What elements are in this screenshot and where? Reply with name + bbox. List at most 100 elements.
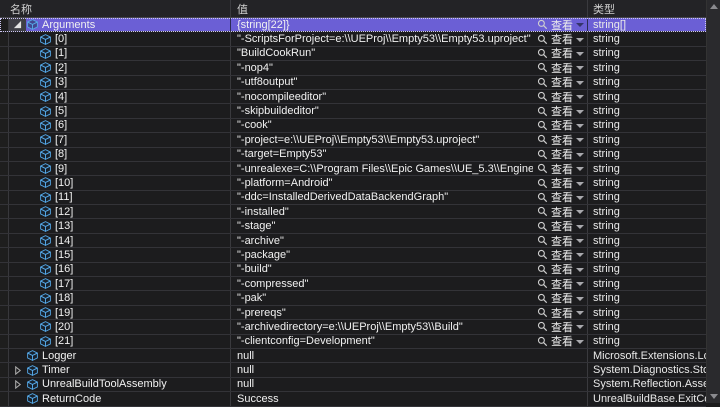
inspect-link[interactable]: 查看 [537,119,584,132]
table-row[interactable]: [12] "-installed" 查看 string [0,205,706,219]
table-row[interactable]: [15] "-package" 查看 string [0,248,706,262]
value-cell[interactable]: "-pak" 查看 [231,291,588,304]
table-row[interactable]: [0] "-ScriptsForProject=e:\\UEProj\\Empt… [0,32,706,46]
column-header-name[interactable]: 名称 [0,0,231,17]
inspect-dropdown-icon[interactable] [576,268,584,272]
table-row[interactable]: [9] "-unrealexe=C:\\Program Files\\Epic … [0,162,706,176]
table-row[interactable]: [1] "BuildCookRun" 查看 string [0,47,706,61]
expander-icon[interactable] [13,308,23,318]
inspect-link[interactable]: 查看 [537,205,584,218]
expander-icon[interactable] [13,135,23,145]
table-row[interactable]: Arguments {string[22]} 查看 string[] [0,18,706,32]
inspect-link[interactable]: 查看 [537,90,584,103]
expander-icon[interactable] [13,365,23,375]
inspect-dropdown-icon[interactable] [576,210,584,214]
expander-icon[interactable] [13,120,23,130]
table-row[interactable]: [18] "-pak" 查看 string [0,291,706,305]
inspect-link[interactable]: 查看 [537,219,584,232]
inspect-dropdown-icon[interactable] [576,124,584,128]
table-row[interactable]: [4] "-nocompileeditor" 查看 string [0,90,706,104]
inspect-dropdown-icon[interactable] [576,182,584,186]
value-cell[interactable]: "BuildCookRun" 查看 [231,47,588,60]
inspect-dropdown-icon[interactable] [576,282,584,286]
table-row[interactable]: [5] "-skipbuildeditor" 查看 string [0,104,706,118]
value-cell[interactable]: "-ddc=InstalledDerivedDataBackendGraph" … [231,191,588,204]
vertical-scrollbar[interactable] [706,0,720,403]
expander-icon[interactable] [13,92,23,102]
expander-icon[interactable] [13,250,23,260]
table-row[interactable]: [21] "-clientconfig=Development" 查看 stri… [0,335,706,349]
inspect-link[interactable]: 查看 [537,234,584,247]
value-cell[interactable]: null [231,363,588,376]
value-cell[interactable]: "-unrealexe=C:\\Program Files\\Epic Game… [231,162,588,175]
inspect-dropdown-icon[interactable] [576,153,584,157]
inspect-dropdown-icon[interactable] [576,38,584,42]
value-cell[interactable]: "-project=e:\\UEProj\\Empty53\\Empty53.u… [231,133,588,146]
inspect-dropdown-icon[interactable] [576,239,584,243]
value-cell[interactable]: "-target=Empty53" 查看 [231,148,588,161]
inspect-link[interactable]: 查看 [537,133,584,146]
inspect-link[interactable]: 查看 [537,306,584,319]
inspect-link[interactable]: 查看 [537,61,584,74]
expander-icon[interactable] [13,164,23,174]
value-cell[interactable]: null [231,378,588,391]
inspect-link[interactable]: 查看 [537,320,584,333]
inspect-link[interactable]: 查看 [537,263,584,276]
table-row[interactable]: [19] "-prereqs" 查看 string [0,306,706,320]
table-row[interactable]: [3] "-utf8output" 查看 string [0,76,706,90]
value-cell[interactable]: "-utf8output" 查看 [231,76,588,89]
expander-icon[interactable] [13,178,23,188]
expander-icon[interactable] [13,322,23,332]
expander-icon[interactable] [13,149,23,159]
expander-icon[interactable] [13,336,23,346]
inspect-link[interactable]: 查看 [537,18,584,31]
inspect-link[interactable]: 查看 [537,291,584,304]
inspect-dropdown-icon[interactable] [576,340,584,344]
inspect-dropdown-icon[interactable] [576,52,584,56]
inspect-link[interactable]: 查看 [537,335,584,348]
value-cell[interactable]: "-compressed" 查看 [231,277,588,290]
expander-icon[interactable] [13,264,23,274]
expander-icon[interactable] [13,192,23,202]
inspect-dropdown-icon[interactable] [576,311,584,315]
table-row[interactable]: Logger null Microsoft.Extensions.Lo... [0,349,706,363]
value-cell[interactable]: {string[22]} 查看 [231,18,588,31]
value-cell[interactable]: Success [231,392,588,405]
column-header-value[interactable]: 值 [231,0,588,17]
value-cell[interactable]: "-nop4" 查看 [231,61,588,74]
table-row[interactable]: [6] "-cook" 查看 string [0,119,706,133]
table-row[interactable]: [13] "-stage" 查看 string [0,219,706,233]
table-row[interactable]: [14] "-archive" 查看 string [0,234,706,248]
value-cell[interactable]: "-installed" 查看 [231,205,588,218]
value-cell[interactable]: "-archive" 查看 [231,234,588,247]
inspect-dropdown-icon[interactable] [576,138,584,142]
value-cell[interactable]: "-prereqs" 查看 [231,306,588,319]
inspect-link[interactable]: 查看 [537,47,584,60]
value-cell[interactable]: "-ScriptsForProject=e:\\UEProj\\Empty53\… [231,32,588,45]
inspect-dropdown-icon[interactable] [576,253,584,257]
scroll-down-icon[interactable] [710,394,718,399]
scroll-up-icon[interactable] [710,4,718,9]
inspect-dropdown-icon[interactable] [576,325,584,329]
inspect-dropdown-icon[interactable] [576,196,584,200]
inspect-link[interactable]: 查看 [537,32,584,45]
table-row[interactable]: [17] "-compressed" 查看 string [0,277,706,291]
inspect-dropdown-icon[interactable] [576,225,584,229]
expander-icon[interactable] [13,394,23,404]
table-row[interactable]: ReturnCode Success UnrealBuildBase.ExitC… [0,392,706,406]
inspect-link[interactable]: 查看 [537,104,584,117]
table-row[interactable]: [11] "-ddc=InstalledDerivedDataBackendGr… [0,191,706,205]
inspect-link[interactable]: 查看 [537,148,584,161]
expander-icon[interactable] [13,351,23,361]
expander-icon[interactable] [13,106,23,116]
value-cell[interactable]: "-archivedirectory=e:\\UEProj\\Empty53\\… [231,320,588,333]
expander-icon[interactable] [13,279,23,289]
table-row[interactable]: [10] "-platform=Android" 查看 string [0,176,706,190]
inspect-dropdown-icon[interactable] [576,297,584,301]
expander-icon[interactable] [13,207,23,217]
inspect-dropdown-icon[interactable] [576,23,584,27]
inspect-link[interactable]: 查看 [537,162,584,175]
value-cell[interactable]: "-build" 查看 [231,263,588,276]
expander-icon[interactable] [13,48,23,58]
table-row[interactable]: Timer null System.Diagnostics.Sto... [0,363,706,377]
